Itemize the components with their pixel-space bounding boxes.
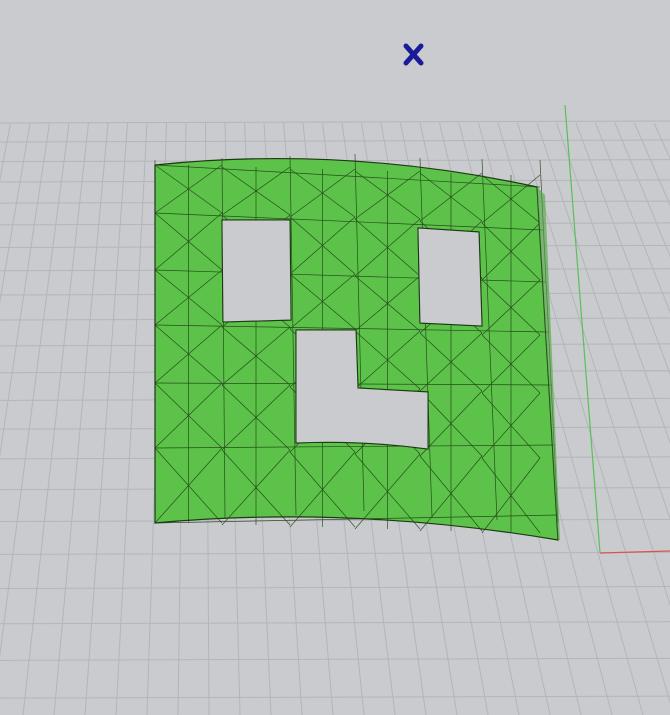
grid-line xyxy=(595,122,670,314)
mesh-hole xyxy=(417,227,483,327)
grid-line xyxy=(53,122,109,715)
grid-line xyxy=(0,122,31,304)
mesh-hole xyxy=(221,219,292,323)
grid-line xyxy=(0,695,670,699)
mesh-object[interactable] xyxy=(154,153,560,541)
grid-line xyxy=(0,621,670,625)
grid-line xyxy=(0,120,670,124)
x-cross-icon[interactable] xyxy=(403,43,424,66)
grid-line xyxy=(22,122,89,715)
grid-line xyxy=(0,122,70,658)
grid-line xyxy=(0,585,670,589)
grid-line xyxy=(536,122,670,521)
grid-line xyxy=(0,551,670,555)
grid-line xyxy=(0,657,670,661)
grid-line xyxy=(0,122,50,458)
3d-viewport[interactable] xyxy=(0,0,670,715)
grid-line xyxy=(0,139,670,143)
